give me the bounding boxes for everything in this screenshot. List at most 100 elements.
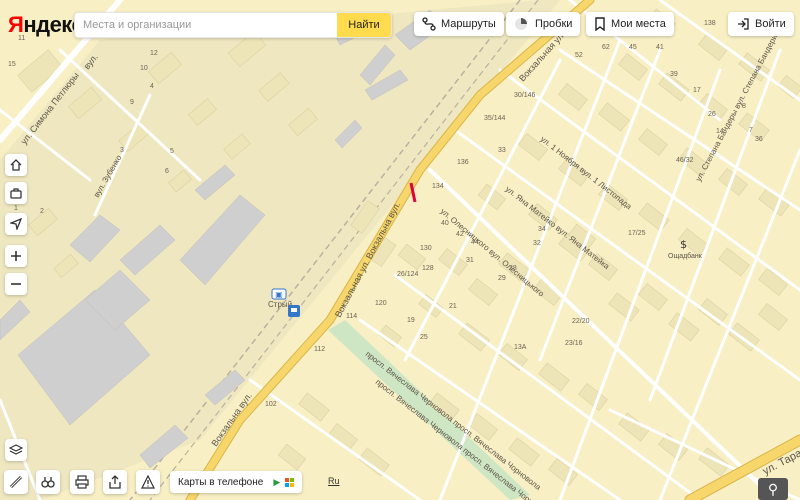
house-number: 112: [314, 346, 325, 353]
house-number: 19: [407, 317, 415, 324]
bank-icon: $: [680, 238, 687, 251]
route-icon: [422, 17, 436, 31]
house-number: 6: [165, 168, 169, 175]
house-number: 34: [538, 226, 546, 233]
house-number: 120: [375, 300, 387, 307]
house-number: 62: [602, 44, 610, 51]
house-number: 45: [629, 44, 637, 51]
briefcase-icon: [10, 188, 22, 199]
map-canvas[interactable]: ул. Симона Петлюры вул. вул. Зубенко Вок…: [0, 0, 800, 500]
logo-first-letter: Я: [8, 12, 24, 37]
report-error-button[interactable]: [136, 470, 160, 494]
bus-icon: [288, 305, 300, 317]
location-arrow-icon: [10, 218, 22, 230]
google-play-icon: ▶: [273, 476, 281, 487]
home-icon: [10, 159, 22, 171]
work-button[interactable]: [5, 182, 27, 204]
house-number: 31: [466, 257, 474, 264]
my-location-button[interactable]: [5, 213, 27, 235]
house-number: 21: [449, 303, 457, 310]
zoom-in-button[interactable]: [5, 245, 27, 267]
house-number: 10: [140, 65, 148, 72]
promo-label: Карты в телефоне: [178, 476, 264, 488]
warning-icon: [141, 475, 155, 489]
house-number: 42: [456, 231, 464, 238]
yandex-logo[interactable]: Яндекс: [8, 12, 84, 38]
traffic-light-icon: [515, 18, 527, 30]
layers-button[interactable]: [5, 439, 27, 461]
house-number: 26/124: [397, 271, 419, 278]
language-switch[interactable]: Ru: [328, 476, 340, 486]
my-places-button[interactable]: Мои места: [586, 12, 674, 36]
zoom-out-button[interactable]: [5, 273, 27, 295]
search-button[interactable]: Найти: [337, 13, 391, 37]
my-places-label: Мои места: [611, 18, 666, 30]
house-number: 9: [130, 99, 134, 106]
mobile-app-promo[interactable]: Карты в телефоне ▶: [170, 471, 303, 493]
ruler-button[interactable]: [4, 470, 28, 494]
house-number: 29: [498, 275, 506, 282]
house-number: 30/146: [514, 92, 536, 99]
house-number: 114: [346, 313, 357, 320]
house-number: 35/144: [484, 115, 506, 122]
traffic-label: Пробки: [535, 18, 573, 30]
house-number: 33: [498, 147, 506, 154]
house-number: 12: [150, 50, 158, 57]
svg-text:▣: ▣: [275, 290, 283, 299]
house-number: 41: [656, 44, 664, 51]
house-number: 15: [8, 61, 16, 68]
house-number: 44: [471, 239, 479, 246]
house-number: 14: [716, 128, 724, 135]
plus-icon: [11, 251, 21, 261]
train-icon: ▣: [271, 288, 287, 300]
map-pin-button[interactable]: ⚲: [758, 478, 788, 500]
house-number: 23/16: [565, 340, 583, 347]
search-bar: Найти: [74, 12, 392, 38]
print-button[interactable]: [70, 470, 94, 494]
house-number: 138: [704, 20, 716, 27]
house-number: 26: [708, 111, 716, 118]
house-number: 52: [575, 52, 583, 59]
login-icon: [738, 18, 749, 30]
search-input[interactable]: [75, 13, 337, 37]
house-number: 130: [420, 245, 432, 252]
binoculars-icon: [41, 477, 55, 488]
share-icon: [109, 475, 121, 489]
share-button[interactable]: [103, 470, 127, 494]
house-number: 32: [533, 240, 541, 247]
home-button[interactable]: [5, 154, 27, 176]
house-number: 46/32: [676, 157, 694, 164]
house-number: 4: [150, 83, 154, 90]
house-number: 3: [120, 147, 124, 154]
routes-button[interactable]: Маршруты: [414, 12, 504, 36]
minus-icon: [11, 283, 21, 285]
layers-icon: [9, 444, 23, 455]
login-label: Войти: [755, 18, 786, 30]
house-number: 134: [432, 183, 444, 190]
house-number: 102: [265, 401, 277, 408]
house-number: 1: [14, 205, 18, 212]
house-number: 128: [422, 265, 434, 272]
house-number: 40: [441, 220, 449, 227]
traffic-button[interactable]: Пробки: [506, 12, 581, 36]
bookmark-icon: [595, 17, 605, 31]
house-number: 28: [509, 265, 517, 272]
ruler-icon: [9, 475, 23, 489]
house-number: 8: [742, 103, 746, 110]
house-number: 39: [670, 71, 678, 78]
house-number: 36: [755, 136, 763, 143]
pin-icon: ⚲: [767, 480, 779, 497]
windows-icon: [285, 477, 295, 487]
house-number: 5: [170, 148, 174, 155]
house-number: 136: [457, 159, 469, 166]
house-number: 17/25: [628, 230, 646, 237]
routes-label: Маршруты: [441, 18, 496, 30]
house-number: 13A: [514, 344, 527, 351]
house-number: 2: [40, 208, 44, 215]
panorama-button[interactable]: [36, 470, 60, 494]
house-number: 25: [420, 334, 428, 341]
bank-label: Ощадбанк: [668, 252, 703, 260]
house-number: 7: [749, 127, 753, 134]
house-number: 22/20: [572, 318, 590, 325]
login-button[interactable]: Войти: [728, 12, 794, 36]
